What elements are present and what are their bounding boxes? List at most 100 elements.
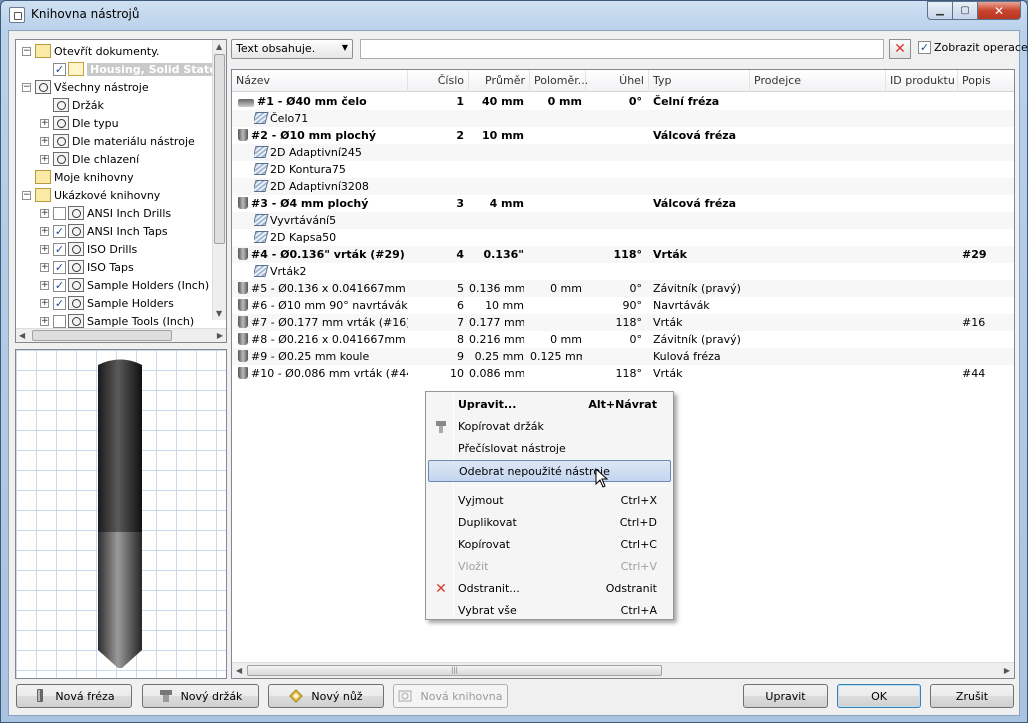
column-header[interactable]: Poloměr...: [530, 70, 588, 92]
tree-item[interactable]: + Dle typu: [40, 114, 119, 132]
library-tree[interactable]: − Otevřít dokumenty. ✓ Housing, Solid State…: [15, 39, 227, 343]
expand-icon[interactable]: +: [40, 208, 49, 218]
maximize-icon[interactable]: ▢: [952, 1, 978, 20]
expand-icon[interactable]: +: [40, 244, 49, 254]
tool-row[interactable]: #9 - Ø0.25 mm koule 9 0.25 mm 0.125 mm Kulov…: [232, 348, 1014, 365]
tree-item-checkbox[interactable]: ✓: [53, 296, 66, 310]
tree-item[interactable]: + ANSI Inch Drills: [40, 204, 171, 222]
column-header[interactable]: Číslo: [408, 70, 469, 92]
table-horizontal-scrollbar[interactable]: ◀ ||| ▶: [232, 662, 1014, 678]
tree-item[interactable]: Moje knihovny: [22, 168, 134, 186]
tree-item-checkbox[interactable]: [53, 314, 66, 328]
operation-row[interactable]: Čelo71: [232, 110, 1014, 127]
show-operations-toggle[interactable]: ✓ Zobrazit operace: [918, 41, 1028, 54]
minimize-icon[interactable]: ▁: [927, 1, 953, 20]
expand-icon[interactable]: +: [40, 280, 49, 290]
menu-item[interactable]: Vybrat vše Ctrl+A: [428, 600, 671, 622]
tool-row[interactable]: #4 - Ø0.136" vrták (#29) 4 0.136" 118° Vrták…: [232, 246, 1014, 263]
tree-item-checkbox[interactable]: ✓: [53, 242, 66, 256]
menu-item[interactable]: ✕ Odstranit... Odstranit: [428, 578, 671, 600]
scroll-thumb[interactable]: |||: [247, 665, 662, 676]
column-header[interactable]: Název: [232, 70, 408, 92]
menu-item[interactable]: Upravit... Alt+Návrat: [428, 394, 671, 416]
menu-item[interactable]: Kopírovat držák: [428, 416, 671, 438]
expand-icon[interactable]: +: [40, 118, 49, 128]
tree-vertical-scrollbar[interactable]: ▲ ▼: [212, 40, 226, 320]
tree-item[interactable]: + ✓ ANSI Inch Taps: [40, 222, 168, 240]
column-header[interactable]: Popis: [958, 70, 1014, 92]
expand-icon[interactable]: +: [40, 262, 49, 272]
operation-row[interactable]: 2D Adaptivní3208: [232, 178, 1014, 195]
menu-item[interactable]: Kopírovat Ctrl+C: [428, 534, 671, 556]
tool-row[interactable]: #10 - Ø0.086 mm vrták (#44) 10 0.086 mm 118…: [232, 365, 1014, 382]
expand-icon[interactable]: +: [40, 154, 49, 164]
menu-item[interactable]: Vložit Ctrl+V: [428, 556, 671, 578]
tree-item[interactable]: + ✓ Sample Holders (Inch): [40, 276, 209, 294]
clear-search-button[interactable]: ✕: [889, 39, 911, 59]
menu-item[interactable]: Odebrat nepoužité nástroje: [428, 460, 671, 482]
tree-item[interactable]: − Všechny nástroje: [22, 78, 149, 96]
tool-row[interactable]: #5 - Ø0.136 x 0.041667mm ... 5 0.136 mm 0 m…: [232, 280, 1014, 297]
expand-icon[interactable]: +: [40, 298, 49, 308]
filter-mode-select[interactable]: Text obsahuje. ▼: [231, 39, 353, 59]
scroll-thumb[interactable]: [214, 54, 225, 244]
tool-row[interactable]: #6 - Ø10 mm 90° navrtávák 6 10 mm 90° Navrtá…: [232, 297, 1014, 314]
column-header[interactable]: Prodejce: [750, 70, 886, 92]
menu-item[interactable]: Vyjmout Ctrl+X: [428, 490, 671, 512]
expand-icon[interactable]: +: [40, 226, 49, 236]
column-header[interactable]: Úhel: [586, 70, 649, 92]
tree-item[interactable]: ✓ Housing, Solid State: [40, 60, 220, 78]
tool-row[interactable]: #7 - Ø0.177 mm vrták (#16) 7 0.177 mm 118° V…: [232, 314, 1014, 331]
operation-row[interactable]: 2D Kontura75: [232, 161, 1014, 178]
menu-item[interactable]: Přečíslovat nástroje: [428, 438, 671, 460]
menu-item[interactable]: Duplikovat Ctrl+D: [428, 512, 671, 534]
scroll-left-icon[interactable]: ◀: [19, 331, 25, 340]
tree-item-checkbox[interactable]: [53, 206, 66, 220]
operation-row[interactable]: Vyvrtávání5: [232, 212, 1014, 229]
scroll-up-icon[interactable]: ▲: [216, 42, 222, 51]
column-header[interactable]: Typ: [649, 70, 750, 92]
collapse-icon[interactable]: −: [22, 82, 31, 92]
scroll-thumb[interactable]: [32, 330, 172, 341]
scroll-left-icon[interactable]: ◀: [236, 666, 242, 675]
tool-row[interactable]: #3 - Ø4 mm plochý 3 4 mm Válcová fréza: [232, 195, 1014, 212]
close-icon[interactable]: ✕: [977, 1, 1021, 20]
new-holder-button[interactable]: Nový držák: [142, 684, 259, 708]
new-mill-button[interactable]: Nová fréza: [16, 684, 132, 708]
tree-item-checkbox[interactable]: ✓: [53, 260, 66, 274]
tree-item[interactable]: + Dle materiálu nástroje: [40, 132, 195, 150]
tree-item-checkbox[interactable]: ✓: [53, 278, 66, 292]
show-operations-checkbox[interactable]: ✓: [918, 41, 931, 54]
operation-row[interactable]: 2D Kapsa50: [232, 229, 1014, 246]
cancel-button[interactable]: Zrušit: [930, 684, 1014, 708]
tree-item-checkbox[interactable]: ✓: [53, 62, 66, 76]
tree-horizontal-scrollbar[interactable]: ◀ ▶: [16, 328, 226, 342]
tool-row[interactable]: #8 - Ø0.216 x 0.041667mm ... 8 0.216 mm 0 m…: [232, 331, 1014, 348]
operation-row[interactable]: 2D Adaptivní245: [232, 144, 1014, 161]
expand-icon[interactable]: +: [40, 316, 49, 326]
tree-item[interactable]: − Otevřít dokumenty.: [22, 42, 160, 60]
tool-row[interactable]: #1 - Ø40 mm čelo 1 40 mm 0 mm 0° Čelní fréza: [232, 93, 1014, 110]
scroll-right-icon[interactable]: ▶: [1004, 666, 1010, 675]
ok-button[interactable]: OK: [837, 684, 921, 708]
new-knife-button[interactable]: Nový nůž: [268, 684, 384, 708]
new-library-button[interactable]: Nová knihovna: [393, 684, 508, 708]
tool-row[interactable]: #2 - Ø10 mm plochý 2 10 mm Válcová fréza: [232, 127, 1014, 144]
tree-item[interactable]: + Dle chlazení: [40, 150, 139, 168]
tree-item[interactable]: − Ukázkové knihovny: [22, 186, 160, 204]
search-input[interactable]: [360, 39, 884, 59]
tree-item[interactable]: + ✓ ISO Drills: [40, 240, 137, 258]
column-header[interactable]: Průměr: [469, 70, 530, 92]
operation-row[interactable]: Vrták2: [232, 263, 1014, 280]
edit-button[interactable]: Upravit: [743, 684, 828, 708]
expand-icon[interactable]: +: [40, 136, 49, 146]
collapse-icon[interactable]: −: [22, 46, 31, 56]
tree-item[interactable]: + ✓ Sample Holders: [40, 294, 174, 312]
tree-item[interactable]: + ✓ ISO Taps: [40, 258, 134, 276]
collapse-icon[interactable]: −: [22, 190, 31, 200]
scroll-down-icon[interactable]: ▼: [216, 309, 222, 318]
tree-item[interactable]: Držák: [40, 96, 104, 114]
column-header[interactable]: ID produktu: [886, 70, 958, 92]
scroll-right-icon[interactable]: ▶: [217, 331, 223, 340]
tree-item-checkbox[interactable]: ✓: [53, 224, 66, 238]
